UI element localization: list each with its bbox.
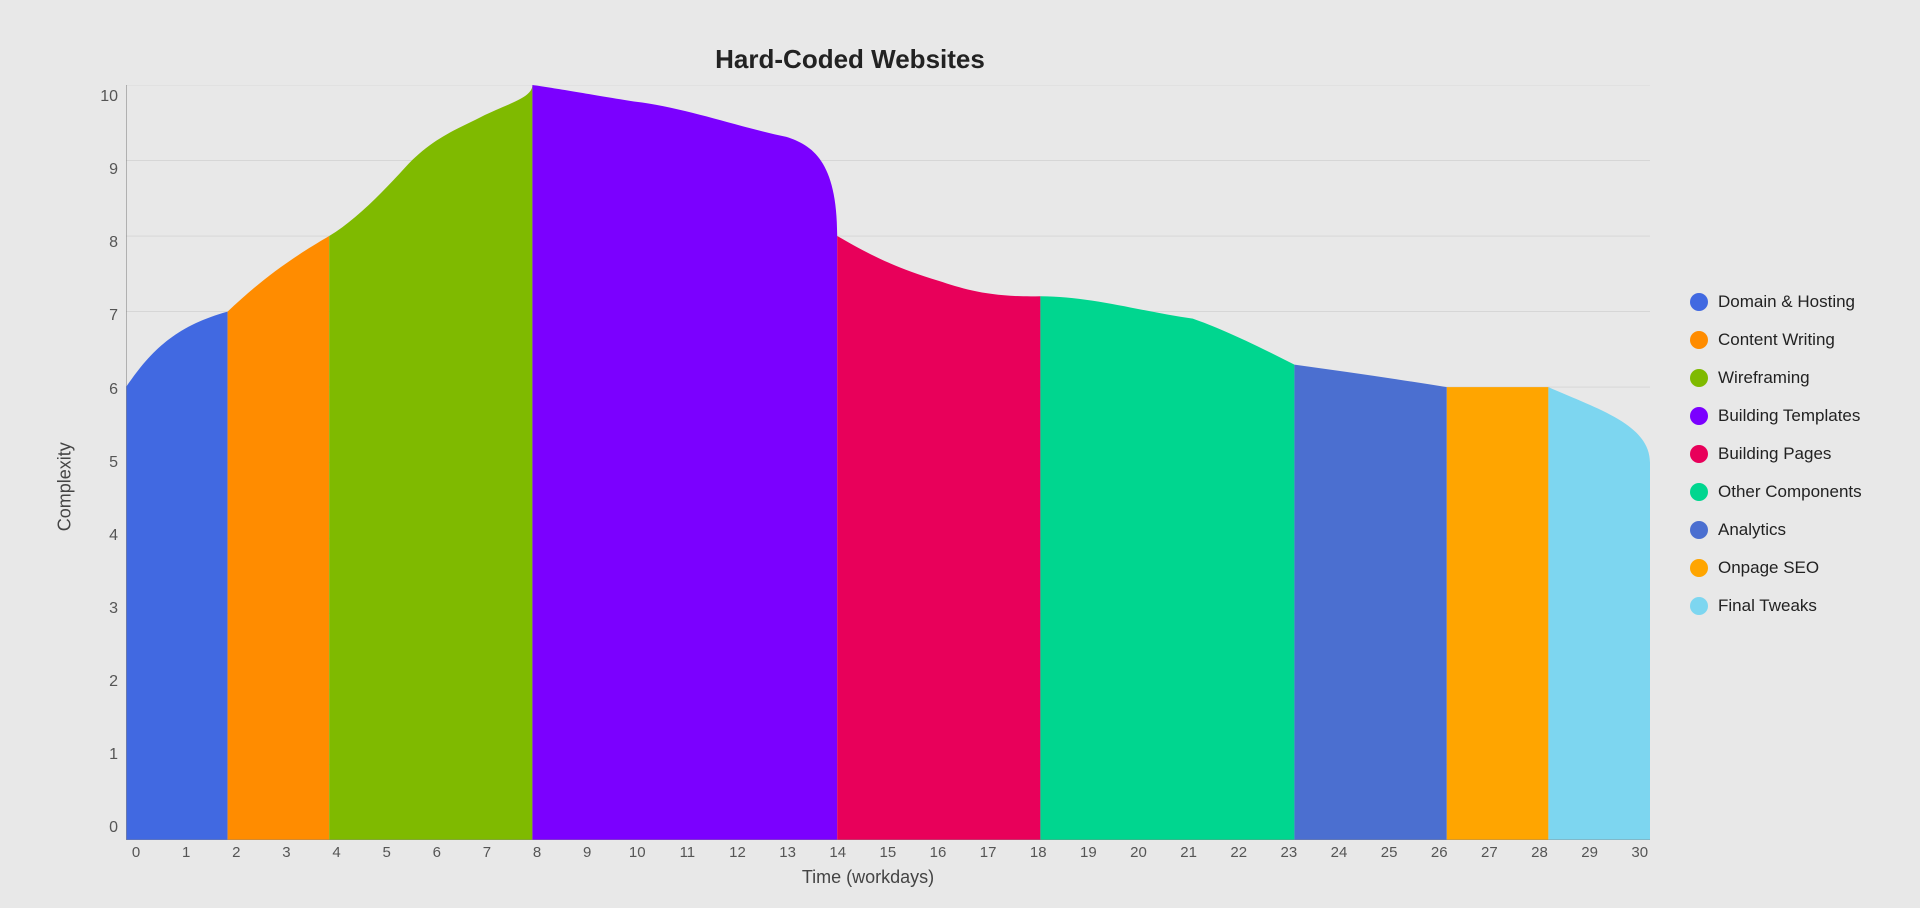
- segment-domain-hosting: [126, 312, 228, 841]
- x-tick: 29: [1580, 844, 1600, 861]
- segment-onpage-seo: [1447, 387, 1549, 840]
- legend-dot: [1690, 521, 1708, 539]
- x-tick: 17: [978, 844, 998, 861]
- legend-item: Domain & Hosting: [1690, 292, 1870, 312]
- y-tick: 5: [86, 453, 126, 473]
- x-tick: 11: [677, 844, 697, 861]
- legend: Domain & Hosting Content Writing Wireframi…: [1650, 292, 1870, 616]
- x-tick: 4: [327, 844, 347, 861]
- x-axis-row: 0123456789101112131415161718192021222324…: [86, 840, 1650, 861]
- x-tick: 7: [477, 844, 497, 861]
- x-tick: 1: [176, 844, 196, 861]
- x-tick: 14: [828, 844, 848, 861]
- x-tick: 13: [778, 844, 798, 861]
- main-svg: [126, 85, 1650, 840]
- x-tick: 25: [1379, 844, 1399, 861]
- chart-title: Hard-Coded Websites: [715, 44, 985, 75]
- y-tick: 6: [86, 380, 126, 400]
- chart-plot-area: 012345678910: [86, 85, 1650, 888]
- legend-dot: [1690, 483, 1708, 501]
- segment-building-templates: [532, 85, 837, 840]
- legend-item: Other Components: [1690, 482, 1870, 502]
- legend-dot: [1690, 293, 1708, 311]
- x-tick: 8: [527, 844, 547, 861]
- legend-item: Building Templates: [1690, 406, 1870, 426]
- y-tick: 4: [86, 526, 126, 546]
- y-ticks: 0 1 2 3 4 5 6 7 8 9 10: [86, 85, 126, 840]
- legend-label: Wireframing: [1718, 368, 1810, 388]
- legend-dot: [1690, 407, 1708, 425]
- plot-with-yaxis: 0 1 2 3 4 5 6 7 8 9 10: [86, 85, 1650, 840]
- legend-item: Analytics: [1690, 520, 1870, 540]
- x-tick: 16: [928, 844, 948, 861]
- segment-final-tweaks: [1548, 387, 1650, 840]
- legend-label: Content Writing: [1718, 330, 1835, 350]
- svg-area: [126, 85, 1650, 840]
- x-tick: 24: [1329, 844, 1349, 861]
- y-tick: 0: [86, 818, 126, 838]
- x-tick: 21: [1179, 844, 1199, 861]
- x-tick: 27: [1479, 844, 1499, 861]
- x-tick: 5: [377, 844, 397, 861]
- chart-inner: Complexity 012345678910: [50, 85, 1650, 888]
- y-tick: 1: [86, 745, 126, 765]
- segment-content-writing: [228, 236, 330, 840]
- x-ticks: 0123456789101112131415161718192021222324…: [126, 840, 1650, 861]
- y-tick: 3: [86, 599, 126, 619]
- legend-label: Building Pages: [1718, 444, 1831, 464]
- legend-dot: [1690, 559, 1708, 577]
- x-tick: 23: [1279, 844, 1299, 861]
- x-tick: 20: [1129, 844, 1149, 861]
- x-axis-label: Time (workdays): [86, 867, 1650, 888]
- x-tick: 3: [276, 844, 296, 861]
- x-tick: 12: [728, 844, 748, 861]
- segment-other-components: [1040, 296, 1294, 840]
- legend-label: Onpage SEO: [1718, 558, 1819, 578]
- segment-wireframing: [329, 85, 532, 840]
- x-tick: 18: [1028, 844, 1048, 861]
- legend-label: Final Tweaks: [1718, 596, 1817, 616]
- x-tick: 30: [1630, 844, 1650, 861]
- y-tick: 8: [86, 233, 126, 253]
- y-axis-label: Complexity: [50, 85, 80, 888]
- y-tick: 9: [86, 160, 126, 180]
- x-tick: 6: [427, 844, 447, 861]
- x-tick: 2: [226, 844, 246, 861]
- legend-label: Building Templates: [1718, 406, 1860, 426]
- legend-item: Building Pages: [1690, 444, 1870, 464]
- chart-container: Hard-Coded Websites Complexity 012345678…: [0, 0, 1920, 908]
- legend-item: Content Writing: [1690, 330, 1870, 350]
- x-tick: 10: [627, 844, 647, 861]
- legend-label: Analytics: [1718, 520, 1786, 540]
- legend-label: Other Components: [1718, 482, 1862, 502]
- legend-dot: [1690, 331, 1708, 349]
- y-tick: 10: [86, 87, 126, 107]
- x-tick: 28: [1530, 844, 1550, 861]
- x-tick: 9: [577, 844, 597, 861]
- legend-item: Final Tweaks: [1690, 596, 1870, 616]
- chart-area: Hard-Coded Websites Complexity 012345678…: [50, 44, 1650, 864]
- y-tick: 7: [86, 306, 126, 326]
- x-tick: 0: [126, 844, 146, 861]
- chart-wrapper: Hard-Coded Websites Complexity 012345678…: [50, 44, 1870, 864]
- segment-analytics: [1294, 365, 1446, 841]
- legend-item: Wireframing: [1690, 368, 1870, 388]
- legend-dot: [1690, 369, 1708, 387]
- segment-building-pages: [837, 236, 1040, 840]
- legend-dot: [1690, 597, 1708, 615]
- legend-item: Onpage SEO: [1690, 558, 1870, 578]
- legend-label: Domain & Hosting: [1718, 292, 1855, 312]
- x-tick: 15: [878, 844, 898, 861]
- y-tick: 2: [86, 672, 126, 692]
- x-tick: 19: [1078, 844, 1098, 861]
- legend-dot: [1690, 445, 1708, 463]
- x-tick: 26: [1429, 844, 1449, 861]
- x-tick: 22: [1229, 844, 1249, 861]
